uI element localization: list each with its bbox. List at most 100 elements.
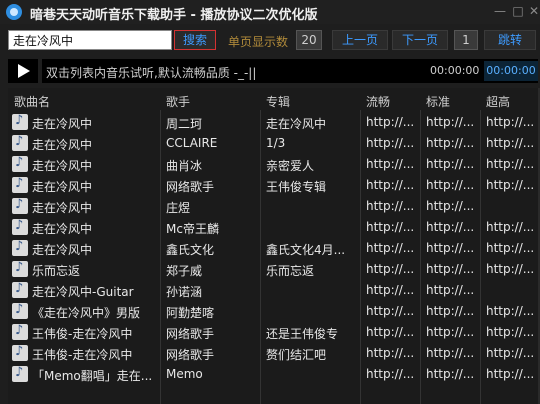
cell-standard-link: http://...	[426, 115, 475, 129]
song-row[interactable]: 走在冷风中 网络歌手 王伟俊专辑 http://... http://... http:/…	[8, 175, 540, 196]
cell-artist: 鑫氏文化	[166, 243, 215, 257]
cell-high-link: http://...	[486, 262, 535, 276]
cell-standard-link: http://...	[426, 178, 475, 192]
status-text: 双击列表内音乐试听,默认流畅品质 -_-||	[46, 66, 257, 80]
music-note-icon	[12, 113, 28, 130]
cell-song-name: 《走在冷风中》男版	[32, 306, 141, 320]
song-row[interactable]: 走在冷风中 鑫氏文化 鑫氏文化4月... http://... http://... ht…	[8, 238, 540, 259]
status-display: 双击列表内音乐试听,默认流畅品质 -_-|| 00:00:00 00:00:00	[42, 59, 538, 83]
header-album[interactable]: 专辑	[266, 93, 290, 110]
music-note-icon	[12, 302, 28, 319]
cell-song-name: 走在冷风中	[32, 180, 93, 194]
cell-artist: 孙诺涵	[166, 285, 203, 299]
cell-high-link: http://...	[486, 325, 535, 339]
song-row[interactable]: 《走在冷风中》男版 阿勤楚喀 http://... http://... http://…	[8, 301, 540, 322]
cell-high-link: http://...	[486, 220, 535, 234]
page-number-input[interactable]: 1	[454, 30, 478, 50]
cell-smooth-link: http://...	[366, 157, 415, 171]
cell-artist: Mc帝王麟	[166, 222, 219, 236]
cell-smooth-link: http://...	[366, 241, 415, 255]
song-row[interactable]: 王伟俊-走在冷风中 网络歌手 赘们结汇吧 http://... http://... ht…	[8, 343, 540, 364]
song-row[interactable]: 走在冷风中 周二珂 走在冷风中 http://... http://... http://…	[8, 112, 540, 133]
cell-standard-link: http://...	[426, 157, 475, 171]
cell-smooth-link: http://...	[366, 115, 415, 129]
cell-high-link: http://...	[486, 115, 535, 129]
play-icon[interactable]	[8, 59, 38, 83]
search-button[interactable]: 搜索	[174, 30, 216, 50]
player-bar: 双击列表内音乐试听,默认流畅品质 -_-|| 00:00:00 00:00:00	[0, 58, 540, 84]
cell-smooth-link: http://...	[366, 325, 415, 339]
jump-button[interactable]: 跳转	[484, 30, 536, 50]
cell-smooth-link: http://...	[366, 178, 415, 192]
cell-artist: 曲肖冰	[166, 159, 203, 173]
cell-smooth-link: http://...	[366, 220, 415, 234]
cell-standard-link: http://...	[426, 136, 475, 150]
window-title: 暗巷天天动听音乐下载助手 - 播放协议二次优化版	[30, 8, 318, 23]
music-note-icon	[12, 365, 28, 382]
song-row[interactable]: 走在冷风中-Guitar 孙诺涵 http://... http://...	[8, 280, 540, 301]
current-time: 00:00:00	[430, 64, 480, 77]
cell-album: 亲密爱人	[266, 159, 315, 173]
song-table: 歌曲名 歌手 专辑 流畅 标准 超高 走在冷风中周二珂走在冷风中http://.…	[8, 88, 540, 404]
cell-high-link: http://...	[486, 346, 535, 360]
song-row[interactable]: 走在冷风中 Mc帝王麟 http://... http://... http://...	[8, 217, 540, 238]
cell-smooth-link: http://...	[366, 304, 415, 318]
header-smooth-quality[interactable]: 流畅	[366, 93, 390, 110]
cell-artist: Memo	[166, 367, 203, 381]
cell-smooth-link: http://...	[366, 367, 415, 381]
cell-high-link: http://...	[486, 304, 535, 318]
next-page-button[interactable]: 下一页	[392, 30, 448, 50]
music-note-icon	[12, 134, 28, 151]
cell-smooth-link: http://...	[366, 262, 415, 276]
cell-song-name: 王伟俊-走在冷风中	[32, 327, 133, 341]
title-bar: 暗巷天天动听音乐下载助手 - 播放协议二次优化版 — □ ✕	[0, 0, 540, 24]
per-page-input[interactable]: 20	[296, 30, 322, 50]
song-row[interactable]: 走在冷风中 CCLAIRE 1/3 http://... http://... http:…	[8, 133, 540, 154]
header-song-name[interactable]: 歌曲名	[14, 93, 50, 110]
music-note-icon	[12, 323, 28, 340]
cell-song-name: 乐而忘返	[32, 264, 81, 278]
per-page-label: 单页显示数	[228, 35, 289, 49]
cell-album: 走在冷风中	[266, 117, 327, 131]
header-artist[interactable]: 歌手	[166, 93, 190, 110]
music-note-icon	[12, 281, 28, 298]
header-standard-quality[interactable]: 标准	[426, 93, 450, 110]
cell-artist: 网络歌手	[166, 180, 215, 194]
cell-artist: CCLAIRE	[166, 136, 218, 150]
minimize-button[interactable]: —	[490, 2, 510, 20]
cell-album: 还是王伟俊专	[266, 327, 339, 341]
cell-song-name: 走在冷风中	[32, 138, 93, 152]
cell-standard-link: http://...	[426, 262, 475, 276]
cell-high-link: http://...	[486, 136, 535, 150]
cell-standard-link: http://...	[426, 220, 475, 234]
song-row[interactable]: 走在冷风中 庄煜 http://... http://...	[8, 196, 540, 217]
search-input[interactable]	[8, 30, 172, 50]
music-note-icon	[12, 260, 28, 277]
cell-song-name: 走在冷风中	[32, 117, 93, 131]
cell-smooth-link: http://...	[366, 199, 415, 213]
cell-standard-link: http://...	[426, 283, 475, 297]
song-row[interactable]: 乐而忘返 郑子威 乐而忘返 http://... http://... http://..…	[8, 259, 540, 280]
cell-standard-link: http://...	[426, 304, 475, 318]
cell-artist: 周二珂	[166, 117, 203, 131]
song-row[interactable]: 走在冷风中 曲肖冰 亲密爱人 http://... http://... http://.…	[8, 154, 540, 175]
cell-standard-link: http://...	[426, 241, 475, 255]
song-row[interactable]: 「Memo翻唱」走在... Memo http://... http://... htt…	[8, 364, 540, 385]
cell-album: 乐而忘返	[266, 264, 315, 278]
cell-artist: 阿勤楚喀	[166, 306, 215, 320]
music-note-icon	[12, 239, 28, 256]
music-note-icon	[12, 218, 28, 235]
song-row[interactable]: 王伟俊-走在冷风中 网络歌手 还是王伟俊专 http://... http://... h…	[8, 322, 540, 343]
cell-song-name: 走在冷风中-Guitar	[32, 285, 134, 299]
cell-song-name: 走在冷风中	[32, 201, 93, 215]
close-button[interactable]: ✕	[524, 2, 540, 20]
cell-high-link: http://...	[486, 367, 535, 381]
cell-standard-link: http://...	[426, 325, 475, 339]
cell-album: 赘们结汇吧	[266, 348, 327, 362]
cell-artist: 郑子威	[166, 264, 203, 278]
cell-artist: 庄煜	[166, 201, 191, 215]
prev-page-button[interactable]: 上一页	[332, 30, 388, 50]
music-note-icon	[12, 155, 28, 172]
cell-album: 1/3	[266, 136, 286, 150]
header-high-quality[interactable]: 超高	[486, 93, 510, 110]
